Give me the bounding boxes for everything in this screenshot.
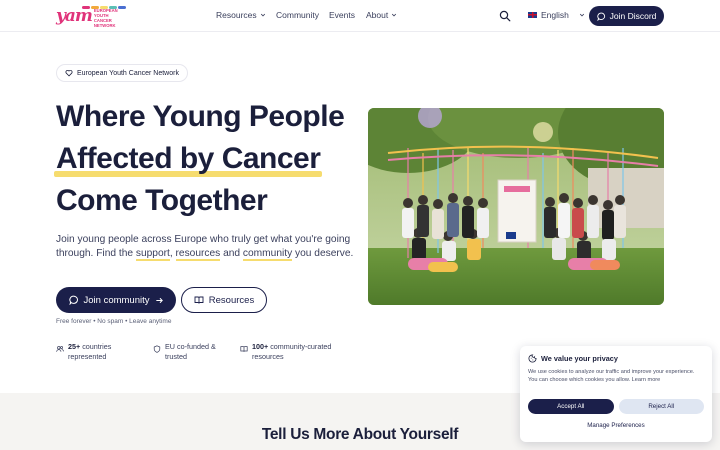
hero-headline: Where Young People Affected by Cancer Co…	[53, 96, 356, 222]
cookie-icon	[528, 354, 537, 363]
resources-button-label: Resources	[208, 294, 255, 306]
nav-events[interactable]: Events	[329, 10, 355, 20]
stat-resources: 100+ community-curated resources	[240, 342, 350, 362]
resources-button[interactable]: Resources	[181, 287, 267, 313]
logo-stripes	[82, 6, 126, 12]
cookie-actions: Accept All Reject All	[528, 399, 704, 414]
headline-line-3: Come Together	[56, 184, 268, 217]
search-icon[interactable]	[499, 10, 511, 22]
shield-icon	[153, 345, 161, 353]
intro-community-link[interactable]: community	[242, 248, 293, 261]
join-discord-label: Join Discord	[609, 11, 657, 21]
headline-line-2-wrap: Affected by Cancer	[53, 138, 356, 180]
chevron-down-icon	[392, 13, 397, 17]
cookie-title-text: We value your privacy	[541, 354, 618, 363]
chat-bubble-icon	[596, 12, 605, 21]
group-photo-illustration	[368, 108, 664, 305]
intro-text-4: you deserve.	[292, 248, 354, 259]
stat-countries-text: 25+ countries represented	[68, 342, 136, 362]
nav-events-label: Events	[329, 10, 355, 20]
reject-all-button[interactable]: Reject All	[618, 399, 704, 414]
logo[interactable]: yam EUROPEAN YOUTH CANCER NETWORK	[56, 5, 126, 28]
headline-highlight: Affected by Cancer	[53, 138, 323, 180]
nav-resources[interactable]: Resources	[216, 10, 266, 20]
uk-flag-icon	[528, 12, 537, 18]
accept-all-button[interactable]: Accept All	[528, 399, 614, 414]
intro-text-3: and	[220, 248, 243, 259]
language-label: English	[541, 10, 569, 20]
stat-eu: EU co-funded & trusted	[153, 342, 228, 362]
stat-countries: 25+ countries represented	[56, 342, 136, 362]
join-community-button[interactable]: Join community	[56, 287, 176, 313]
chat-bubble-icon	[68, 295, 78, 305]
stat-resources-text: 100+ community-curated resources	[252, 342, 350, 362]
stat-countries-number: 25+	[68, 342, 81, 351]
group-photo	[368, 108, 664, 305]
stat-resources-number: 100+	[252, 342, 269, 351]
nav-about[interactable]: About	[366, 10, 397, 20]
book-icon	[240, 346, 248, 352]
intro-text-2: ,	[169, 248, 176, 259]
headline-line-1: Where Young People	[56, 100, 345, 133]
join-community-label: Join community	[83, 294, 150, 306]
fine-print: Free forever • No spam • Leave anytime	[56, 318, 172, 325]
users-icon	[56, 346, 64, 352]
site-header: yam EUROPEAN YOUTH CANCER NETWORK Resour…	[0, 0, 720, 32]
chevron-down-icon	[579, 13, 584, 17]
join-discord-button[interactable]: Join Discord	[589, 6, 664, 26]
nav-community-label: Community	[276, 10, 319, 20]
heart-icon	[65, 70, 73, 77]
nav-about-label: About	[366, 10, 389, 20]
manage-preferences-link[interactable]: Manage Preferences	[520, 422, 712, 429]
cookie-body: We use cookies to analyze our traffic an…	[528, 368, 704, 384]
stat-eu-label: EU co-funded & trusted	[165, 342, 216, 361]
cookie-body-text: We use cookies to analyze our traffic an…	[528, 369, 695, 383]
learn-more-link[interactable]: Learn more	[632, 377, 661, 383]
cookie-title: We value your privacy	[528, 354, 704, 363]
arrow-right-icon	[155, 297, 163, 303]
intro-support-link[interactable]: support	[135, 248, 170, 261]
hero-intro: Join young people across Europe who trul…	[56, 233, 356, 261]
language-selector[interactable]: English	[528, 10, 585, 20]
book-icon	[194, 296, 204, 304]
nav-community[interactable]: Community	[276, 10, 319, 20]
intro-resources-link[interactable]: resources	[175, 248, 221, 261]
cookie-banner: We value your privacy We use cookies to …	[520, 346, 712, 442]
network-badge: European Youth Cancer Network	[56, 64, 188, 82]
badge-label: European Youth Cancer Network	[77, 69, 179, 77]
chevron-down-icon	[260, 13, 265, 17]
nav-resources-label: Resources	[216, 10, 257, 20]
